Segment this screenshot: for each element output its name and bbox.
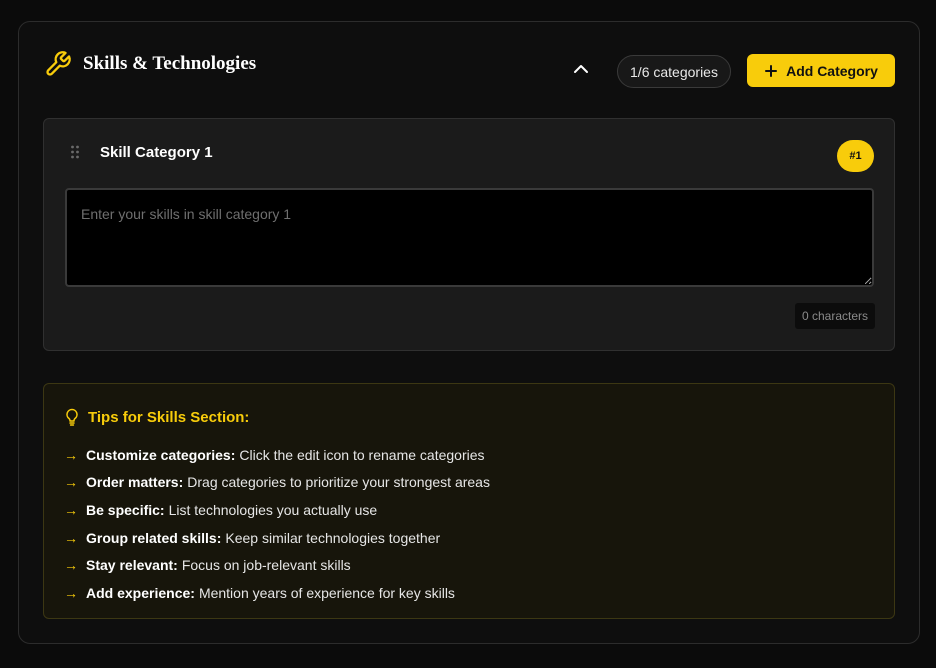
arrow-right-icon: → (64, 501, 78, 518)
category-name[interactable]: Skill Category 1 (100, 144, 213, 161)
drag-handle-icon[interactable] (70, 145, 80, 159)
lightbulb-icon (65, 408, 79, 426)
skills-section: Skills & Technologies 1/6 categories Add… (18, 21, 920, 644)
tip-item: → Customize categories: Click the edit i… (64, 441, 490, 469)
plus-icon (764, 64, 778, 78)
arrow-right-icon: → (64, 529, 78, 546)
tip-text: Focus on job-relevant skills (181, 557, 351, 574)
arrow-right-icon: → (64, 474, 78, 491)
tip-text: List technologies you actually use (168, 501, 378, 518)
tip-label: Order matters: (86, 474, 184, 491)
arrow-right-icon: → (64, 557, 78, 574)
skill-category-card: Skill Category 1 #1 0 characters (43, 118, 895, 351)
tips-box: Tips for Skills Section: → Customize cat… (43, 383, 895, 619)
add-category-button[interactable]: Add Category (747, 54, 895, 87)
tip-item: → Add experience: Mention years of exper… (64, 579, 490, 607)
collapse-button[interactable] (567, 57, 595, 83)
skills-textarea[interactable] (65, 188, 874, 287)
tips-title: Tips for Skills Section: (88, 409, 250, 426)
add-category-label: Add Category (786, 62, 878, 79)
tip-item: → Stay relevant: Focus on job-relevant s… (64, 551, 490, 579)
tips-list: → Customize categories: Click the edit i… (64, 441, 490, 607)
tip-text: Click the edit icon to rename categories (239, 446, 485, 463)
chevron-up-icon (573, 61, 589, 79)
tip-item: → Group related skills: Keep similar tec… (64, 524, 490, 552)
tip-text: Mention years of experience for key skil… (198, 584, 455, 601)
tip-text: Keep similar technologies together (225, 529, 441, 546)
tip-label: Stay relevant: (86, 557, 178, 574)
category-index-badge: #1 (837, 140, 874, 172)
tip-label: Add experience: (86, 584, 195, 601)
section-header: Skills & Technologies 1/6 categories Add… (19, 22, 919, 118)
tip-text: Drag categories to prioritize your stron… (187, 474, 490, 491)
tip-label: Group related skills: (86, 529, 222, 546)
tip-item: → Order matters: Drag categories to prio… (64, 469, 490, 497)
arrow-right-icon: → (64, 446, 78, 463)
arrow-right-icon: → (64, 584, 78, 601)
section-title: Skills & Technologies (83, 53, 257, 74)
tip-label: Be specific: (86, 501, 165, 518)
tip-item: → Be specific: List technologies you act… (64, 496, 490, 524)
wrench-icon (44, 50, 72, 78)
character-count: 0 characters (795, 303, 875, 329)
category-count-badge: 1/6 categories (617, 55, 731, 88)
tip-label: Customize categories: (86, 446, 236, 463)
